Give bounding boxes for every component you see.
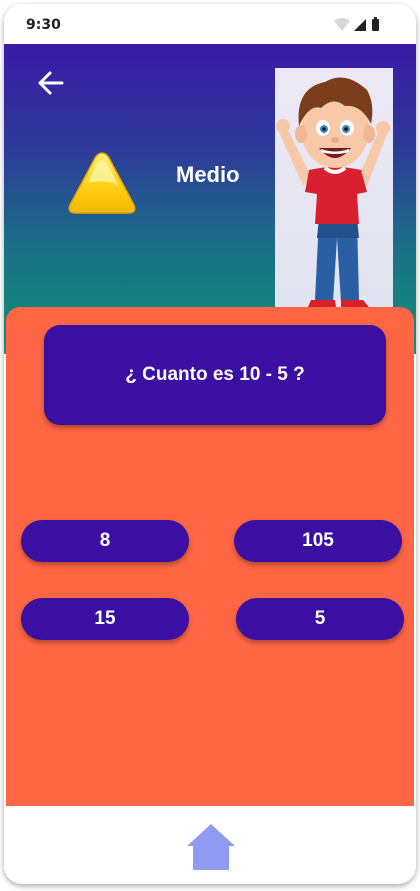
- answer-button-3[interactable]: 15: [21, 598, 189, 640]
- answer-button-1[interactable]: 8: [21, 520, 189, 562]
- answer-button-4[interactable]: 5: [236, 598, 404, 640]
- wifi-icon: [334, 18, 350, 31]
- status-icons: [334, 17, 379, 31]
- boy-cartoon-image: [275, 68, 393, 326]
- phone-screen: 9:30 Medio ¿ Cuanto es 10 - 5 ? 8 105 15…: [4, 4, 416, 884]
- answer-button-2[interactable]: 105: [234, 520, 402, 562]
- bottom-nav-bar: [4, 806, 416, 884]
- status-time: 9:30: [26, 17, 61, 33]
- question-card: ¿ Cuanto es 10 - 5 ? 8 105 15 5: [6, 307, 414, 827]
- question-box: ¿ Cuanto es 10 - 5 ?: [44, 325, 386, 425]
- back-arrow-icon[interactable]: [34, 66, 68, 100]
- difficulty-level-label: Medio: [176, 162, 240, 187]
- status-bar: 9:30: [4, 4, 416, 44]
- signal-icon: [354, 19, 366, 31]
- battery-icon: [372, 19, 379, 31]
- home-icon[interactable]: [185, 820, 237, 872]
- difficulty-triangle-icon: [68, 152, 136, 214]
